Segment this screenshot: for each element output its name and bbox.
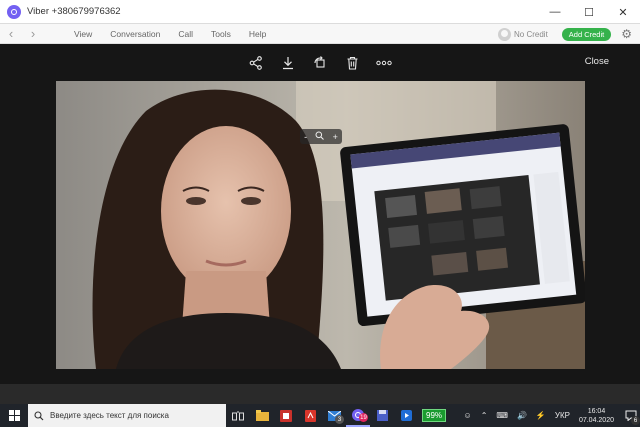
notification-center-icon[interactable]: 6 <box>622 404 640 427</box>
network-icon[interactable]: ⚡ <box>536 411 546 420</box>
back-arrow-icon[interactable]: ‹ <box>0 24 22 44</box>
rotate-icon[interactable] <box>304 53 336 73</box>
battery-widget[interactable]: 99% <box>422 409 447 422</box>
window-controls: — ☐ ✕ <box>538 0 640 24</box>
trash-icon[interactable] <box>336 53 368 73</box>
task-view-icon[interactable] <box>226 404 250 427</box>
language-indicator[interactable]: УКР <box>555 411 570 420</box>
save-app-icon[interactable] <box>370 404 394 427</box>
books-app-icon[interactable] <box>274 404 298 427</box>
clock[interactable]: 16:04 07.04.2020 <box>579 407 614 425</box>
maximize-button[interactable]: ☐ <box>572 0 606 24</box>
notification-count: 6 <box>631 416 640 425</box>
viewer-toolbar <box>0 44 640 81</box>
keyboard-icon[interactable]: ⌨ <box>496 411 508 420</box>
add-credit-button[interactable]: Add Credit <box>561 27 612 41</box>
mail-app-icon[interactable]: 3 <box>322 404 346 427</box>
screen: Viber +380679976362 — ☐ ✕ ‹ › View Conve… <box>0 0 640 427</box>
clock-date: 07.04.2020 <box>578 416 614 424</box>
menu-help[interactable]: Help <box>249 29 266 39</box>
taskbar-search[interactable]: Введите здесь текст для поиска <box>28 404 226 427</box>
credit-status: No Credit <box>514 29 548 39</box>
zoom-out-button[interactable]: - <box>304 132 307 142</box>
people-icon[interactable]: ☺ <box>464 411 472 420</box>
credit-area: No Credit Add Credit ⚙ <box>498 24 632 44</box>
viber-badge: 19 <box>359 413 368 422</box>
viber-logo-icon <box>7 4 21 19</box>
photo-drawing <box>56 81 585 369</box>
menu-view[interactable]: View <box>74 29 92 39</box>
search-input[interactable]: Введите здесь текст для поиска <box>50 411 169 420</box>
chevron-up-icon[interactable]: ⌃ <box>481 411 488 420</box>
zoom-controls: - + <box>300 129 342 144</box>
mail-badge: 3 <box>335 415 344 424</box>
clock-time: 16:04 <box>587 407 606 415</box>
menu-bar: ‹ › View Conversation Call Tools Help No… <box>0 24 640 44</box>
share-icon[interactable] <box>240 53 272 73</box>
window-title-bar: Viber +380679976362 — ☐ ✕ <box>0 0 640 24</box>
file-explorer-icon[interactable] <box>250 404 274 427</box>
volume-icon[interactable]: 🔊 <box>517 411 527 420</box>
menu-conversation[interactable]: Conversation <box>110 29 160 39</box>
account-avatar-icon[interactable] <box>498 27 511 41</box>
gear-icon[interactable]: ⚙ <box>621 27 632 41</box>
forward-arrow-icon[interactable]: › <box>22 24 44 44</box>
photo-viewer: Close - + <box>0 44 640 384</box>
download-icon[interactable] <box>272 53 304 73</box>
search-icon <box>34 410 44 420</box>
zoom-magnifier-icon <box>315 131 325 142</box>
more-options-icon[interactable] <box>368 53 400 73</box>
window-title: Viber +380679976362 <box>27 6 121 17</box>
pdf-reader-icon[interactable] <box>298 404 322 427</box>
system-tray: ☺ ⌃ ⌨ 🔊 ⚡ УКР 16:04 07.04.2020 6 <box>464 404 640 427</box>
battery-percent: 99% <box>426 411 443 420</box>
close-viewer-button[interactable]: Close <box>585 56 609 67</box>
zoom-in-button[interactable]: + <box>333 132 338 142</box>
shared-photo[interactable] <box>56 81 585 369</box>
menu-call[interactable]: Call <box>178 29 193 39</box>
media-app-icon[interactable] <box>394 404 418 427</box>
windows-start-icon[interactable] <box>0 404 28 427</box>
taskbar: Введите здесь текст для поиска 3 19 99% … <box>0 404 640 427</box>
close-window-button[interactable]: ✕ <box>606 0 640 24</box>
menu-tools[interactable]: Tools <box>211 29 231 39</box>
viber-taskbar-icon[interactable]: 19 <box>346 404 370 427</box>
minimize-button[interactable]: — <box>538 0 572 24</box>
